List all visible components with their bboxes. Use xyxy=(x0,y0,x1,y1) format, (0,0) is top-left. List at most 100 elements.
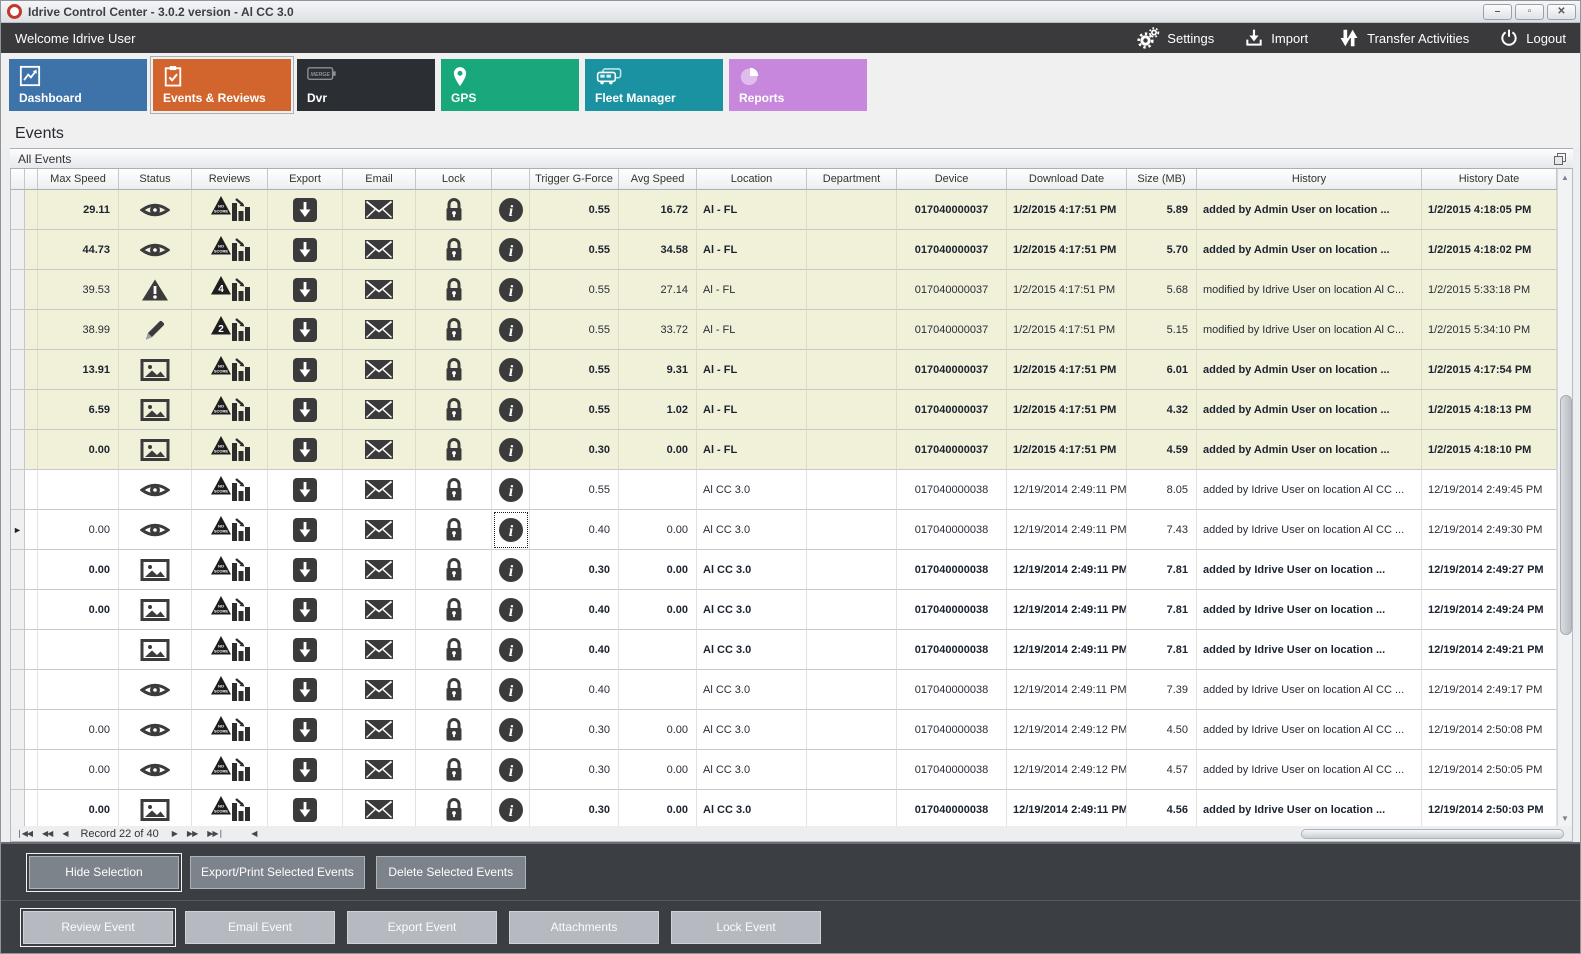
logout-action[interactable]: Logout xyxy=(1499,28,1566,48)
tab-fleet-manager[interactable]: Fleet Manager xyxy=(585,59,723,111)
tab-dashboard[interactable]: Dashboard xyxy=(9,59,147,111)
tab-events-reviews[interactable]: Events & Reviews xyxy=(153,59,291,111)
email-icon[interactable] xyxy=(343,279,415,300)
email-event-button[interactable]: Email Event xyxy=(185,911,335,944)
lock-icon[interactable] xyxy=(416,677,491,703)
review-score-icon[interactable]: NOSCORE xyxy=(192,515,267,545)
lock-icon[interactable] xyxy=(416,597,491,623)
row-selector-gutter[interactable] xyxy=(11,750,25,790)
table-row[interactable]: 439.534 i0.5527.14Al - FL0170400000371/2… xyxy=(11,270,1557,310)
email-icon[interactable] xyxy=(343,559,415,580)
email-icon[interactable] xyxy=(343,199,415,220)
table-row[interactable]: 544.73NOSCORE i0.5534.58Al - FL017040000… xyxy=(11,230,1557,270)
row-selector-gutter[interactable] xyxy=(11,310,25,350)
email-icon[interactable] xyxy=(343,639,415,660)
email-icon[interactable] xyxy=(343,799,415,820)
table-row[interactable]: 229.11NOSCORE i0.5516.72Al - FL017040000… xyxy=(11,190,1557,230)
settings-action[interactable]: Settings xyxy=(1136,26,1214,50)
review-score-icon[interactable]: NOSCORE xyxy=(192,555,267,585)
reviews-cell[interactable]: NOSCORE xyxy=(192,190,268,230)
info-icon[interactable]: i xyxy=(492,517,529,543)
column-header-size-mb-[interactable]: Size (MB) xyxy=(1127,169,1197,189)
review-score-icon[interactable]: NOSCORE xyxy=(192,195,267,225)
reviews-cell[interactable]: NOSCORE xyxy=(192,550,268,590)
row-selector-gutter[interactable] xyxy=(11,430,25,470)
scroll-down-icon[interactable]: ▼ xyxy=(1558,810,1572,826)
reviews-cell[interactable]: NOSCORE xyxy=(192,230,268,270)
email-icon[interactable] xyxy=(343,519,415,540)
lock-icon[interactable] xyxy=(416,437,491,463)
column-header-email[interactable]: Email xyxy=(343,169,416,189)
export-icon[interactable] xyxy=(268,717,342,743)
attachments-button[interactable]: Attachments xyxy=(509,911,659,944)
table-row[interactable]: 06.59NOSCORE i0.551.02Al - FL01704000003… xyxy=(11,390,1557,430)
vertical-scroll-thumb[interactable] xyxy=(1560,395,1572,635)
pager-first-icon[interactable]: ❘◀◀ xyxy=(11,829,37,838)
info-icon[interactable]: i xyxy=(492,197,529,223)
lock-icon[interactable] xyxy=(416,357,491,383)
row-selector-gutter[interactable] xyxy=(11,190,25,230)
info-icon[interactable]: i xyxy=(492,397,529,423)
table-row[interactable]: 70.00NOSCORE i0.300.00Al CC 3.0017040000… xyxy=(11,550,1557,590)
table-row[interactable]: 80.00NOSCORE i0.300.00Al CC 3.0017040000… xyxy=(11,750,1557,790)
export-icon[interactable] xyxy=(268,797,342,823)
pager-last-icon[interactable]: ▶▶❘ xyxy=(202,829,228,838)
email-icon[interactable] xyxy=(343,759,415,780)
column-header-device[interactable]: Device xyxy=(897,169,1007,189)
column-header-reviews[interactable]: Reviews xyxy=(192,169,268,189)
pager-next-icon[interactable]: ▶ xyxy=(167,829,182,838)
info-icon[interactable]: i xyxy=(492,637,529,663)
email-icon[interactable] xyxy=(343,679,415,700)
row-selector-gutter[interactable] xyxy=(11,470,25,510)
export-event-button[interactable]: Export Event xyxy=(347,911,497,944)
column-header-location[interactable]: Location xyxy=(697,169,807,189)
maximize-button[interactable]: ▫ xyxy=(1515,4,1544,20)
row-selector-gutter[interactable] xyxy=(11,390,25,430)
row-selector-gutter[interactable] xyxy=(11,710,25,750)
export-icon[interactable] xyxy=(268,237,342,263)
reviews-cell[interactable]: NOSCORE xyxy=(192,510,268,550)
lock-icon[interactable] xyxy=(416,237,491,263)
info-icon[interactable]: i xyxy=(492,797,529,823)
review-score-icon[interactable]: NOSCORE xyxy=(192,475,267,505)
review-score-icon[interactable]: NOSCORE xyxy=(192,755,267,785)
column-header-download-date[interactable]: Download Date xyxy=(1007,169,1127,189)
row-selector-gutter[interactable] xyxy=(11,270,25,310)
info-icon[interactable]: i xyxy=(492,237,529,263)
email-icon[interactable] xyxy=(343,399,415,420)
close-button[interactable]: ✕ xyxy=(1547,4,1576,20)
lock-event-button[interactable]: Lock Event xyxy=(671,911,821,944)
export-icon[interactable] xyxy=(268,477,342,503)
column-header-export[interactable]: Export xyxy=(268,169,343,189)
review-event-button[interactable]: Review Event xyxy=(23,911,173,944)
export-icon[interactable] xyxy=(268,557,342,583)
lock-icon[interactable] xyxy=(416,757,491,783)
table-row[interactable]: 50.00NOSCORE i0.300.00Al CC 3.0017040000… xyxy=(11,710,1557,750)
review-score-icon[interactable]: NOSCORE xyxy=(192,795,267,825)
lock-icon[interactable] xyxy=(416,717,491,743)
reviews-cell[interactable]: NOSCORE xyxy=(192,630,268,670)
table-row[interactable]: ►70.00NOSCORE i0.400.00Al CC 3.001704000… xyxy=(11,510,1557,550)
lock-icon[interactable] xyxy=(416,197,491,223)
review-score-icon[interactable]: NOSCORE xyxy=(192,715,267,745)
reviews-cell[interactable]: 4 xyxy=(192,270,268,310)
info-icon[interactable]: i xyxy=(492,437,529,463)
panel-restore-icon[interactable] xyxy=(1554,153,1565,164)
review-score-icon[interactable]: NOSCORE xyxy=(192,395,267,425)
column-header-department[interactable]: Department xyxy=(807,169,897,189)
scroll-up-icon[interactable]: ▲ xyxy=(1558,169,1572,185)
export-icon[interactable] xyxy=(268,597,342,623)
lock-icon[interactable] xyxy=(416,397,491,423)
reviews-cell[interactable]: NOSCORE xyxy=(192,710,268,750)
info-icon[interactable]: i xyxy=(492,317,529,343)
import-action[interactable]: Import xyxy=(1244,28,1308,48)
row-selector-gutter[interactable] xyxy=(11,630,25,670)
tab-reports[interactable]: Reports xyxy=(729,59,867,111)
reviews-cell[interactable]: NOSCORE xyxy=(192,350,268,390)
transfer-activities-action[interactable]: Transfer Activities xyxy=(1338,27,1469,49)
pager-prev-page-icon[interactable]: ◀◀ xyxy=(37,829,57,838)
review-score-icon[interactable]: 2 xyxy=(192,315,267,345)
table-row[interactable]: 50.00NOSCORE i0.300.00Al CC 3.0017040000… xyxy=(11,790,1557,826)
lock-icon[interactable] xyxy=(416,557,491,583)
export-icon[interactable] xyxy=(268,277,342,303)
